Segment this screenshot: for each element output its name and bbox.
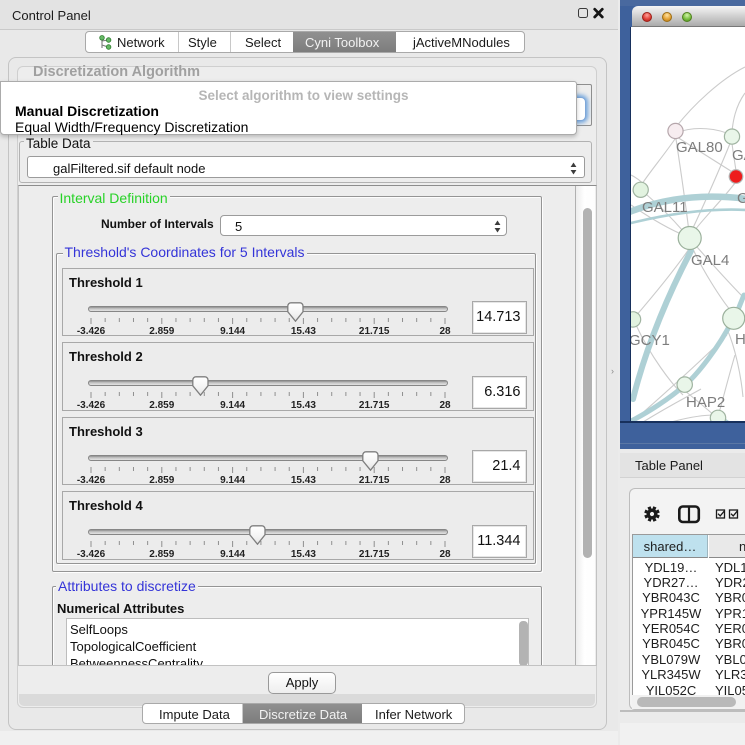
svg-text:GC: GC bbox=[737, 190, 745, 207]
svg-text:HIS: HIS bbox=[735, 331, 745, 348]
svg-text:GAL4: GAL4 bbox=[691, 252, 729, 269]
svg-text:GAL: GAL bbox=[732, 147, 745, 164]
svg-text:GAL80: GAL80 bbox=[676, 139, 723, 156]
svg-text:GAL11: GAL11 bbox=[642, 199, 688, 216]
svg-text:HAP2: HAP2 bbox=[686, 394, 725, 411]
svg-text:GCY1: GCY1 bbox=[631, 332, 670, 349]
